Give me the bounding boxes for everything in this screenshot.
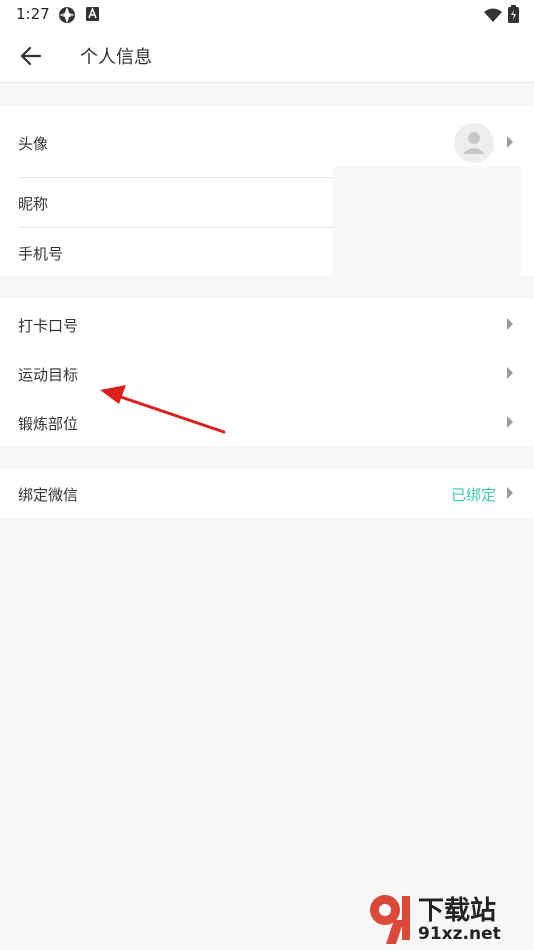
watermark-logo: 下载站 91xz.net (364, 890, 530, 946)
annotation-arrow (100, 385, 226, 434)
watermark-title: 下载站 (418, 896, 497, 926)
logo-mark-icon (370, 895, 410, 944)
watermark-domain: 91xz.net (418, 924, 501, 944)
